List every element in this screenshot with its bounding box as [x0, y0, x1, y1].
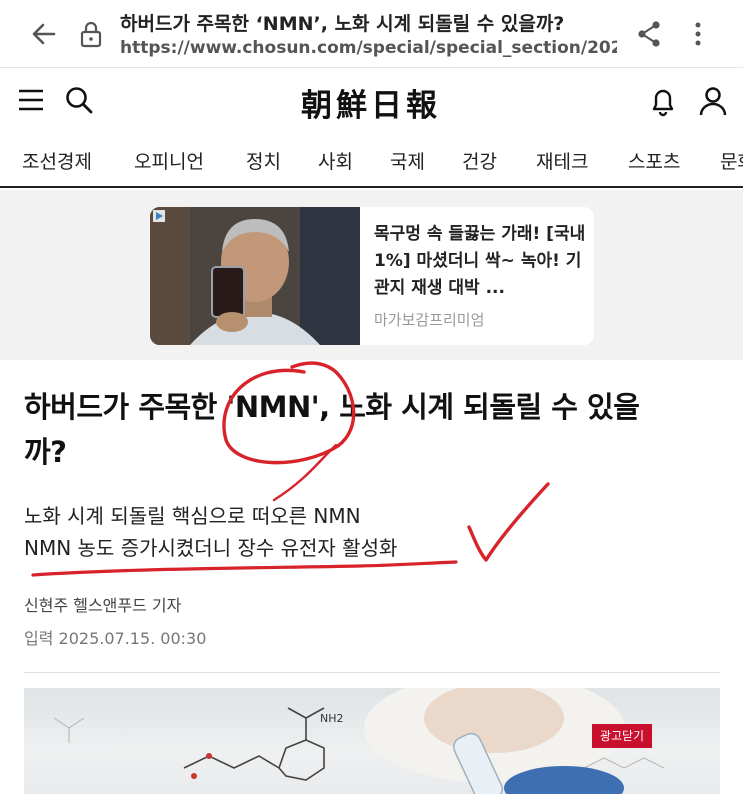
adchoices-icon[interactable]	[153, 210, 165, 222]
ad-close-button[interactable]: 광고닫기	[592, 724, 652, 748]
nav-item-finance[interactable]: 재테크	[536, 147, 588, 174]
ad-headline[interactable]: 목구멍 속 들끓는 가래! [국내 1%] 마셨더니 싹~ 녹아! 기관지 재생…	[374, 221, 588, 302]
article-subhead: 노화 시계 되돌릴 핵심으로 떠오른 NMN NMN 농도 증가시켰더니 장수 …	[24, 500, 624, 564]
subhead-line-2: NMN 농도 증가시켰더니 장수 유전자 활성화	[24, 536, 398, 560]
divider	[24, 672, 720, 673]
page-title-text[interactable]: 하버드가 주목한 ‘NMN’, 노화 시계 되돌릴 수 있을까?	[120, 9, 564, 36]
search-icon[interactable]	[64, 85, 94, 115]
nav-item-health[interactable]: 건강	[462, 147, 497, 174]
nav-item-international[interactable]: 국제	[390, 147, 425, 174]
ad-brand: 마가보감프리미엄	[374, 311, 485, 329]
article-byline[interactable]: 신현주 헬스앤푸드 기자	[24, 592, 181, 616]
site-logo[interactable]: 朝鮮日報	[240, 80, 502, 125]
ad-text[interactable]: 목구멍 속 들끓는 가래! [국내 1%] 마셨더니 싹~ 녹아! 기관지 재생…	[374, 221, 588, 330]
browser-url-bar: 하버드가 주목한 ‘NMN’, 노화 시계 되돌릴 수 있을까? https:/…	[0, 0, 743, 68]
ad-image[interactable]	[150, 207, 360, 345]
nav-item-opinion[interactable]: 오피니언	[134, 147, 204, 174]
nav-item-economy[interactable]: 조선경제	[22, 147, 92, 174]
section-nav: 조선경제 오피니언 정치 사회 국제 건강 재테크 스포츠 문화	[0, 134, 743, 188]
site-header: 朝鮮日報	[0, 68, 743, 134]
nav-item-politics[interactable]: 정치	[246, 147, 281, 174]
nav-item-society[interactable]: 사회	[318, 147, 353, 174]
bell-icon[interactable]	[648, 85, 678, 117]
article-date: 입력 2025.07.15. 00:30	[24, 629, 207, 648]
subhead-line-1: 노화 시계 되돌릴 핵심으로 떠오른 NMN	[24, 504, 361, 528]
user-icon[interactable]	[698, 85, 728, 117]
share-icon[interactable]	[634, 18, 664, 50]
back-arrow-icon[interactable]	[28, 18, 60, 50]
image-label-nh2: NH2	[320, 712, 344, 725]
menu-icon[interactable]	[18, 87, 44, 113]
url-text[interactable]: https://www.chosun.com/special/special_s…	[120, 38, 617, 58]
nav-item-sports[interactable]: 스포츠	[628, 147, 680, 174]
lock-icon[interactable]	[78, 20, 104, 48]
article-headline: 하버드가 주목한 'NMN', 노화 시계 되돌릴 수 있을까?	[24, 390, 640, 469]
more-vert-icon[interactable]	[688, 18, 708, 50]
ad-image-illustration	[150, 207, 360, 345]
nav-item-culture[interactable]: 문화	[720, 147, 743, 174]
ad-banner: 목구멍 속 들끓는 가래! [국내 1%] 마셨더니 싹~ 녹아! 기관지 재생…	[0, 190, 743, 360]
ad-card[interactable]: 목구멍 속 들끓는 가래! [국내 1%] 마셨더니 싹~ 녹아! 기관지 재생…	[150, 207, 594, 345]
